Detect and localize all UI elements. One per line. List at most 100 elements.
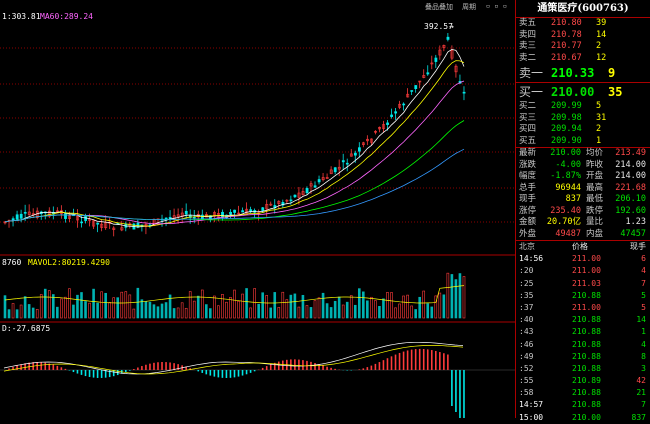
kline-chart[interactable] — [0, 0, 515, 424]
ticks-header-vol: 现手 — [630, 242, 646, 251]
stat-label: 外盘 — [519, 228, 537, 239]
moving-average-line — [4, 120, 465, 223]
tick-time: :40 — [519, 315, 534, 325]
tick-price: 210.88 — [572, 388, 601, 398]
bid-row[interactable]: 买一 210.00 35 — [516, 83, 650, 101]
volume-bar — [72, 304, 75, 319]
macd-label: D:-27.6875 — [2, 324, 51, 333]
candle-body — [345, 162, 349, 165]
ask-row[interactable]: 卖五 210.80 39 — [516, 18, 650, 30]
stats-row: 总手 96944 最高 221.68 — [516, 183, 650, 195]
macd-dif-line — [3, 341, 464, 375]
ask-row[interactable]: 卖二 210.67 12 — [516, 53, 650, 65]
bid-row[interactable]: 买三 209.98 31 — [516, 113, 650, 125]
bid-price: 209.98 — [551, 112, 582, 123]
volume-bar — [209, 308, 212, 319]
tick-row: :55 210.89 42 — [516, 375, 650, 387]
bid-row[interactable]: 买二 209.99 5 — [516, 101, 650, 113]
ask-volume: 14 — [596, 29, 607, 40]
tick-row: :25 211.03 7 — [516, 278, 650, 290]
stat-label: 跌停 — [586, 205, 604, 216]
volume-ma-line — [4, 285, 465, 304]
ask-label: 卖五 — [519, 18, 537, 28]
stat-value: 210.00 — [550, 148, 581, 158]
stats-row: 外盘 49487 内盘 47457 — [516, 229, 650, 241]
kline-chart-area[interactable]: 1:303.81 MA60:289.24 392.57 → 8760 MAVOL… — [0, 0, 515, 424]
volume-bar — [313, 300, 317, 319]
tick-time: :20 — [519, 266, 534, 276]
stat-value: 206.10 — [615, 194, 646, 204]
tick-price: 210.88 — [572, 400, 601, 410]
tick-time: :46 — [519, 339, 534, 349]
stats-row: 幅度 -1.87% 开盘 214.00 — [516, 171, 650, 183]
volume-bar — [192, 300, 196, 319]
stat-value: 235.40 — [550, 205, 581, 216]
stat-value: 192.60 — [615, 205, 646, 216]
bid-row[interactable]: 买五 209.90 1 — [516, 136, 650, 148]
window-controls[interactable]: ▫ ▫ ▫ — [486, 2, 507, 10]
bid-volume: 35 — [608, 85, 623, 99]
ticks-header-price: 价格 — [572, 242, 588, 251]
volume-bar — [92, 288, 95, 319]
stat-label: 昨收 — [586, 159, 604, 170]
tick-time: :37 — [519, 302, 534, 312]
volume-bar — [253, 288, 256, 319]
ask-row[interactable]: 卖三 210.77 2 — [516, 41, 650, 53]
volume-bar — [245, 288, 248, 319]
volume-bar — [426, 303, 430, 319]
bid-price: 209.94 — [551, 124, 582, 134]
ask-row[interactable]: 卖一 210.33 9 — [516, 64, 650, 82]
stat-value: 837 — [565, 194, 581, 204]
volume-bar — [337, 296, 341, 319]
candle-body — [414, 85, 418, 90]
stat-value: -1.87% — [550, 171, 581, 181]
peak-arrow-icon: → — [449, 22, 454, 31]
tick-volume: 6 — [641, 254, 646, 264]
stats-row: 最新 210.00 均价 213.49 — [516, 148, 650, 160]
quote-panel: 通策医疗(600763) 卖五 210.80 39 卖四 210.78 14 卖三 210.7… — [515, 0, 650, 422]
candle-body — [293, 194, 297, 198]
cycle-button[interactable]: 周期 — [462, 2, 476, 12]
candle-body — [462, 91, 466, 94]
tick-time: 14:57 — [519, 400, 544, 410]
volume-bar — [176, 307, 180, 319]
bid-price: 209.99 — [551, 101, 582, 111]
volume-bar — [297, 306, 301, 319]
tick-volume: 8 — [641, 351, 646, 361]
volume-bar — [237, 300, 240, 319]
ask-row[interactable]: 卖四 210.78 14 — [516, 30, 650, 42]
tick-list[interactable]: 14:56 211.00 6:20 211.00 4:25 211.03 7:35 210.8… — [516, 253, 650, 424]
tick-row: :49 210.88 8 — [516, 351, 650, 363]
volume-bar — [56, 306, 59, 319]
volume-bar — [120, 291, 124, 319]
tick-volume: 7 — [641, 278, 646, 288]
ask-volume: 39 — [596, 18, 607, 28]
tick-row: :35 210.88 5 — [516, 290, 650, 302]
tick-price: 210.88 — [572, 315, 601, 325]
volume-bar — [60, 298, 63, 319]
stat-value: 1.23 — [625, 217, 646, 227]
bid-row[interactable]: 买四 209.94 2 — [516, 124, 650, 136]
ask-label: 卖一 — [519, 66, 544, 80]
volume-bar — [213, 295, 216, 319]
volume-bar — [422, 290, 426, 319]
tick-row: :43 210.88 1 — [516, 326, 650, 338]
ask-list: 卖五 210.80 39 卖四 210.78 14 卖三 210.77 2 卖二 210.67 12 卖… — [516, 18, 650, 82]
candle-body — [64, 213, 67, 219]
volume-bar — [458, 273, 462, 319]
overlay-button[interactable]: 叠品叠加 — [425, 2, 453, 12]
bid-label: 买一 — [519, 85, 544, 99]
candle-body — [410, 90, 414, 92]
ask-price: 210.80 — [551, 18, 582, 28]
volume-bar — [47, 290, 51, 319]
stat-value: 214.00 — [615, 171, 646, 181]
candle-body — [200, 214, 204, 220]
bid-volume: 1 — [596, 135, 602, 146]
candle-body — [11, 218, 15, 221]
volume-bar — [160, 303, 164, 319]
stat-label: 总手 — [519, 182, 537, 193]
stats-row: 涨跌 -4.00 昨收 214.00 — [516, 160, 650, 172]
volume-bar — [438, 292, 442, 319]
moving-average-line — [4, 60, 465, 227]
volume-bar — [116, 297, 120, 319]
